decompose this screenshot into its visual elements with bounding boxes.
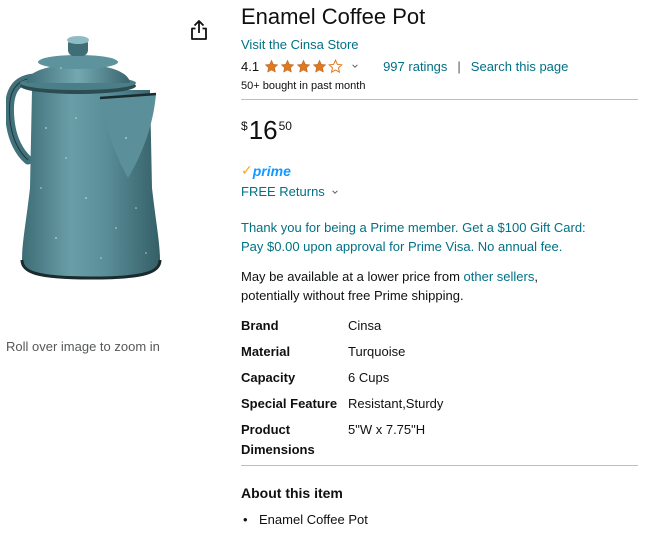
free-returns-label[interactable]: FREE Returns <box>241 184 325 199</box>
other-sellers-link[interactable]: other sellers <box>464 269 535 284</box>
star-icon <box>296 59 311 73</box>
spec-value: Resistant,Sturdy <box>348 396 444 411</box>
prime-label: prime <box>252 162 291 179</box>
prime-visa-promo[interactable]: Thank you for being a Prime member. Get … <box>241 218 638 256</box>
star-icon <box>312 59 327 73</box>
search-page-link[interactable]: Search this page <box>471 59 569 74</box>
chevron-down-icon[interactable] <box>331 188 339 196</box>
bought-count: 50+ bought in past month <box>241 80 366 92</box>
share-icon[interactable] <box>188 18 210 42</box>
ratings-count-link[interactable]: 997 ratings <box>383 59 447 74</box>
lower-price-prefix: May be available at a lower price from <box>241 269 464 284</box>
spec-label: Material <box>241 344 291 359</box>
about-title: About this item <box>241 485 343 501</box>
price: $ 16 50 <box>241 115 292 145</box>
star-icon <box>264 59 279 73</box>
star-rating[interactable] <box>264 58 343 74</box>
price-whole: 16 <box>248 115 278 145</box>
lower-price-notice: May be available at a lower price from o… <box>241 267 638 305</box>
free-returns[interactable]: FREE Returns <box>241 184 339 199</box>
price-fraction: 50 <box>278 119 292 133</box>
spec-label: Special Feature <box>241 396 338 411</box>
chevron-down-icon[interactable] <box>351 62 359 70</box>
spec-value: Turquoise <box>348 344 406 359</box>
divider <box>241 99 638 100</box>
separator: | <box>457 58 461 74</box>
price-symbol: $ <box>241 119 248 133</box>
promo-line[interactable]: Pay $0.00 upon approval for Prime Visa. … <box>241 237 638 256</box>
store-link[interactable]: Visit the Cinsa Store <box>241 37 359 52</box>
spec-label: Dimensions <box>241 442 315 457</box>
spec-value: 5"W x 7.75"H <box>348 422 426 437</box>
divider <box>241 465 638 466</box>
promo-line[interactable]: Thank you for being a Prime member. Get … <box>241 218 638 237</box>
rating-value[interactable]: 4.1 <box>241 59 259 74</box>
star-outline-icon <box>328 58 343 73</box>
lower-price-line2: potentially without free Prime shipping. <box>241 288 464 303</box>
zoom-hint: Roll over image to zoom in <box>6 339 160 354</box>
product-image[interactable] <box>4 28 176 290</box>
star-icon <box>280 59 295 73</box>
spec-label: Product <box>241 422 291 437</box>
spec-label: Brand <box>241 318 279 333</box>
prime-check-icon: ✓ <box>241 162 253 178</box>
prime-badge: ✓ prime <box>241 162 291 179</box>
spec-value: 6 Cups <box>348 370 390 385</box>
spec-value: Cinsa <box>348 318 382 333</box>
rating-row: 4.1 997 ratings | Search this page <box>241 56 568 76</box>
list-item: Enamel Coffee Pot <box>241 511 368 529</box>
spec-label: Capacity <box>241 370 296 385</box>
about-bullets: Enamel Coffee Pot <box>241 511 368 529</box>
product-title: Enamel Coffee Pot <box>241 4 426 29</box>
image-panel: Roll over image to zoom in <box>0 0 232 541</box>
lower-price-suffix: , <box>534 269 538 284</box>
